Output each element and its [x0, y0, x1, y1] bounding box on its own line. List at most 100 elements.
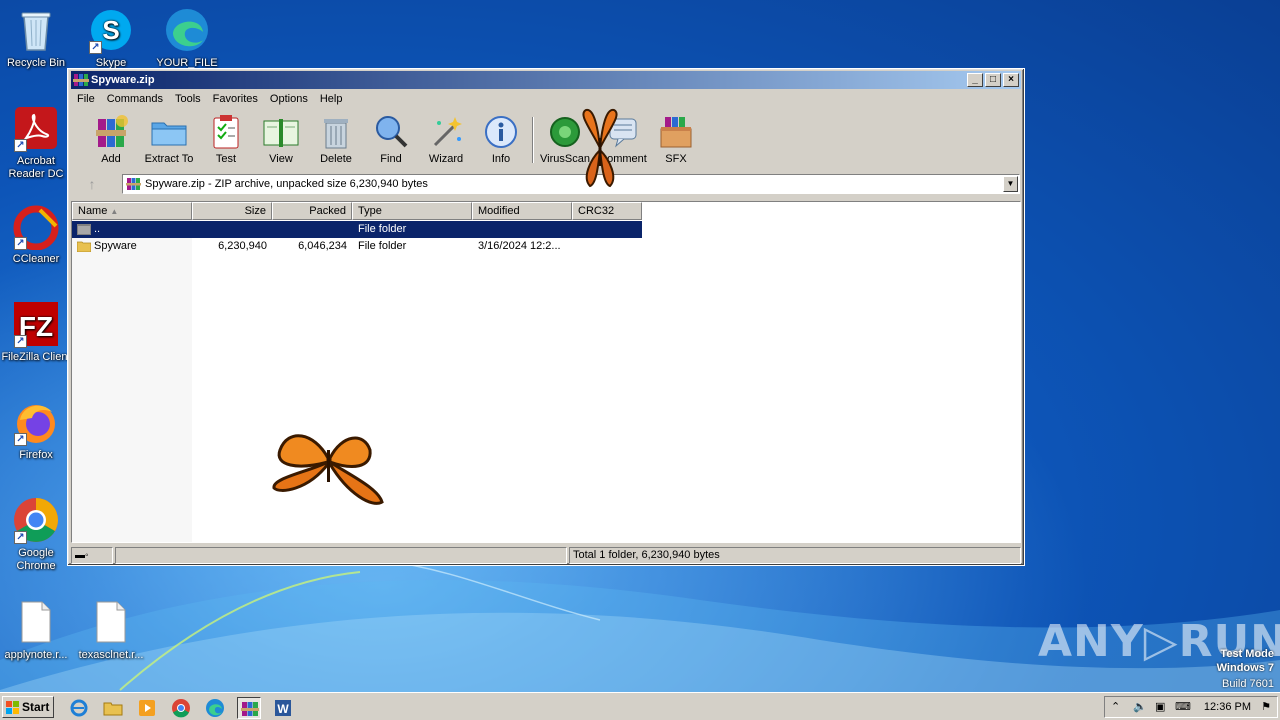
edge-icon — [206, 699, 224, 717]
toolbar: Add Extract To Test View Delete Find Wiz… — [71, 109, 1021, 169]
zip-archive-icon — [126, 178, 141, 190]
cell-name: Spyware — [94, 240, 137, 252]
sfx-box-icon — [657, 113, 695, 151]
extract-to-button[interactable]: Extract To — [138, 113, 200, 167]
svg-text:W: W — [277, 702, 289, 716]
column-header-type[interactable]: Type — [352, 202, 472, 220]
desktop-icon-acrobat[interactable]: ↗ Acrobat Reader DC — [0, 104, 74, 181]
wand-icon — [427, 113, 465, 151]
build-text: Build 7601 — [1222, 678, 1274, 690]
close-button[interactable]: × — [1003, 73, 1019, 87]
desktop-icon-applynote[interactable]: applynote.r... — [0, 598, 74, 662]
taskbar-edge-button[interactable] — [203, 697, 227, 719]
sfx-button[interactable]: SFX — [648, 113, 704, 167]
find-button[interactable]: Find — [363, 113, 419, 167]
address-field[interactable]: Spyware.zip - ZIP archive, unpacked size… — [122, 174, 1020, 194]
menu-help[interactable]: Help — [314, 90, 349, 108]
desktop-icon-recycle-bin[interactable]: Recycle Bin — [0, 6, 74, 70]
ccleaner-icon: ↗ — [12, 202, 60, 251]
table-row[interactable]: .. File folder — [72, 221, 642, 238]
menu-tools[interactable]: Tools — [169, 90, 207, 108]
add-button[interactable]: Add — [83, 113, 139, 167]
menu-favorites[interactable]: Favorites — [207, 90, 264, 108]
shortcut-arrow-icon: ↗ — [89, 41, 102, 54]
desktop-icon-label: Recycle Bin — [6, 57, 66, 69]
table-row[interactable]: Spyware 6,230,940 6,046,234 File folder … — [72, 238, 642, 255]
media-player-icon — [139, 700, 155, 716]
column-header-name[interactable]: Name ▲ — [72, 202, 192, 220]
title-bar[interactable]: Spyware.zip _ □ × — [71, 71, 1021, 89]
menu-options[interactable]: Options — [264, 90, 314, 108]
drive-icon: ▬◦ — [75, 550, 89, 561]
taskbar-winrar-button[interactable] — [237, 697, 261, 719]
filezilla-icon: FZ ↗ — [12, 300, 60, 348]
taskbar-media-player-button[interactable] — [135, 697, 159, 719]
word-icon: W — [275, 700, 291, 716]
volume-icon[interactable]: 🔈 — [1133, 700, 1147, 714]
butterfly-sprite — [582, 108, 618, 188]
column-header-packed[interactable]: Packed — [272, 202, 352, 220]
desktop-icon-texasclnet[interactable]: texasclnet.r... — [73, 598, 149, 662]
cell-name: .. — [94, 223, 101, 235]
desktop-icon-label: Google Chrome — [16, 547, 56, 572]
firefox-icon: ↗ — [12, 398, 60, 446]
info-icon — [482, 113, 520, 151]
cell-packed: 6,046,234 — [298, 240, 347, 252]
folder-icon — [77, 241, 91, 252]
maximize-button[interactable]: □ — [985, 73, 1001, 87]
test-button[interactable]: Test — [198, 113, 254, 167]
show-hidden-icons-icon[interactable]: ⌃ — [1111, 700, 1120, 714]
view-button[interactable]: View — [253, 113, 309, 167]
clock[interactable]: 12:36 PM — [1204, 697, 1251, 717]
winrar-window[interactable]: Spyware.zip _ □ × File Commands Tools Fa… — [67, 68, 1025, 566]
shortcut-arrow-icon: ↗ — [14, 335, 27, 348]
svg-text:S: S — [102, 15, 119, 45]
internet-explorer-icon — [70, 699, 88, 717]
recycle-bin-icon — [12, 6, 60, 54]
info-button[interactable]: Info — [473, 113, 529, 167]
menu-bar: File Commands Tools Favorites Options He… — [71, 90, 348, 108]
delete-button[interactable]: Delete — [308, 113, 364, 167]
menu-file[interactable]: File — [71, 90, 101, 108]
action-center-flag-icon[interactable]: ⚑ — [1261, 700, 1271, 714]
menu-commands[interactable]: Commands — [101, 90, 169, 108]
address-row: ↑ Spyware.zip - ZIP archive, unpacked si… — [71, 173, 1021, 195]
start-button[interactable]: Start — [2, 696, 54, 718]
address-text: Spyware.zip - ZIP archive, unpacked size… — [145, 178, 428, 190]
minimize-button[interactable]: _ — [967, 73, 983, 87]
desktop-icon-ccleaner[interactable]: ↗ CCleaner — [0, 202, 74, 266]
status-selection-area — [115, 547, 567, 564]
magnifier-icon — [372, 113, 410, 151]
taskbar-word-button[interactable]: W — [271, 697, 295, 719]
taskbar-chrome-button[interactable] — [169, 697, 193, 719]
shortcut-arrow-icon: ↗ — [14, 433, 27, 446]
keyboard-icon[interactable]: ⌨ — [1175, 700, 1191, 714]
desktop-icon-label: CCleaner — [12, 253, 60, 265]
column-header-crc32[interactable]: CRC32 — [572, 202, 642, 220]
skype-icon: S ↗ — [87, 6, 135, 54]
wizard-button[interactable]: Wizard — [418, 113, 474, 167]
taskbar-explorer-button[interactable] — [101, 697, 125, 719]
desktop-icon-skype[interactable]: S ↗ Skype — [73, 6, 149, 70]
column-header-size[interactable]: Size — [192, 202, 272, 220]
window-title: Spyware.zip — [91, 74, 155, 86]
desktop-icon-firefox[interactable]: ↗ Firefox — [0, 398, 74, 462]
column-header-modified[interactable]: Modified — [472, 202, 572, 220]
cell-type: File folder — [358, 223, 407, 235]
document-file-icon — [87, 598, 135, 646]
parent-folder-icon — [77, 224, 91, 235]
taskbar-ie-button[interactable] — [67, 697, 91, 719]
desktop-icon-your-file[interactable]: YOUR_FILE — [149, 6, 225, 70]
status-total: Total 1 folder, 6,230,940 bytes — [569, 547, 1021, 564]
cell-modified: 3/16/2024 12:2... — [478, 240, 561, 252]
network-icon[interactable]: ▣ — [1155, 700, 1165, 714]
status-drive-area[interactable]: ▬◦ — [71, 547, 113, 564]
desktop-icon-filezilla[interactable]: FZ ↗ FileZilla Client — [0, 300, 74, 364]
address-dropdown-button[interactable]: ▼ — [1003, 176, 1018, 192]
file-list[interactable]: Name ▲ Size Packed Type Modified CRC32 .… — [71, 201, 1021, 543]
desktop-icon-chrome[interactable]: ↗ Google Chrome — [0, 496, 74, 573]
winrar-app-icon — [241, 702, 259, 716]
extract-folder-icon — [150, 113, 188, 151]
cell-size: 6,230,940 — [218, 240, 267, 252]
up-folder-button[interactable]: ↑ — [79, 175, 105, 193]
